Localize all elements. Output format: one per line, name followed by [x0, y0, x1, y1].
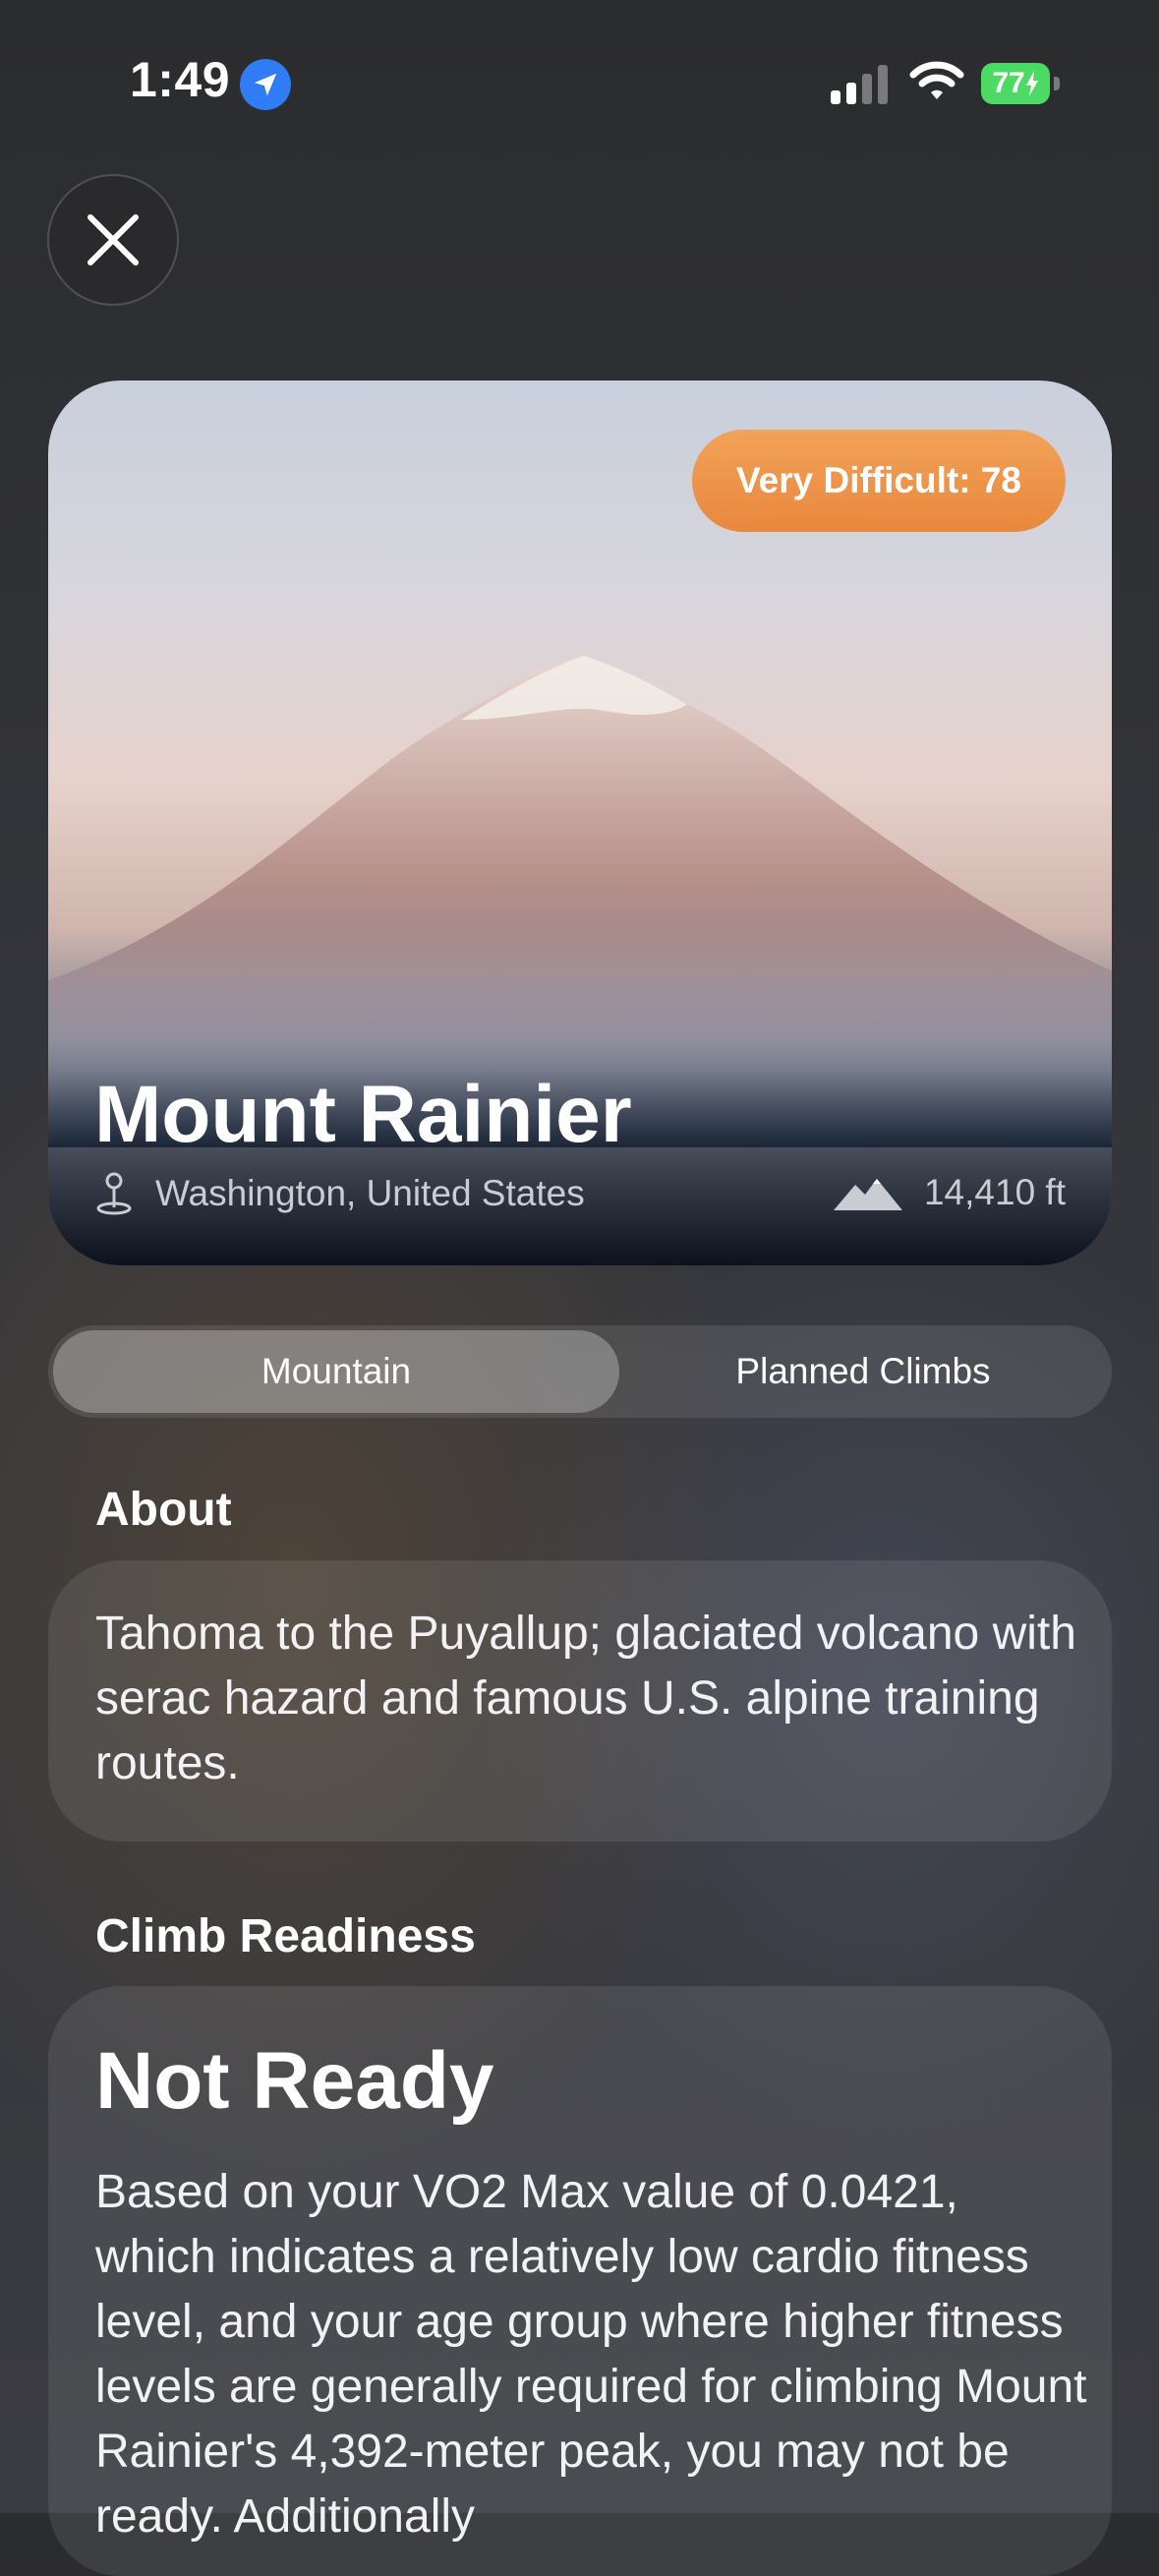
wifi-icon — [909, 61, 964, 107]
segmented-control: Mountain Planned Climbs — [48, 1325, 1112, 1418]
tab-planned-climbs[interactable]: Planned Climbs — [619, 1330, 1107, 1413]
readiness-text: Based on your VO2 Max value of 0.0421, w… — [95, 2166, 1087, 2543]
status-time: 1:49 — [130, 52, 231, 107]
map-pin-icon — [96, 1172, 132, 1215]
location-row: Washington, United States — [94, 1172, 585, 1215]
cellular-signal-icon — [831, 63, 888, 104]
about-heading: About — [95, 1484, 232, 1536]
elevation-row: 14,410 ft — [833, 1172, 1066, 1213]
mountains-icon — [833, 1179, 902, 1210]
difficulty-badge: Very Difficult: 78 — [692, 430, 1066, 532]
tab-mountain[interactable]: Mountain — [53, 1330, 619, 1413]
battery-level: 77 — [992, 67, 1025, 99]
readiness-status: Not Ready — [95, 2036, 494, 2126]
battery-charging-icon: 77 — [981, 63, 1060, 104]
climb-readiness-heading: Climb Readiness — [95, 1910, 476, 1962]
mountain-hero-card: Very Difficult: 78 Mount Rainier Washing… — [48, 381, 1112, 1265]
elevation-text: 14,410 ft — [923, 1172, 1066, 1212]
climb-readiness-card: Not Ready Based on your VO2 Max value of… — [48, 1986, 1112, 2576]
close-icon — [87, 214, 139, 265]
about-text: Tahoma to the Puyallup; glaciated volcan… — [95, 1608, 1076, 1789]
location-arrow-icon — [240, 59, 291, 110]
location-text: Washington, United States — [155, 1173, 585, 1213]
about-card: Tahoma to the Puyallup; glaciated volcan… — [48, 1560, 1112, 1842]
mountain-title: Mount Rainier — [94, 1070, 632, 1159]
close-button[interactable] — [47, 174, 179, 306]
